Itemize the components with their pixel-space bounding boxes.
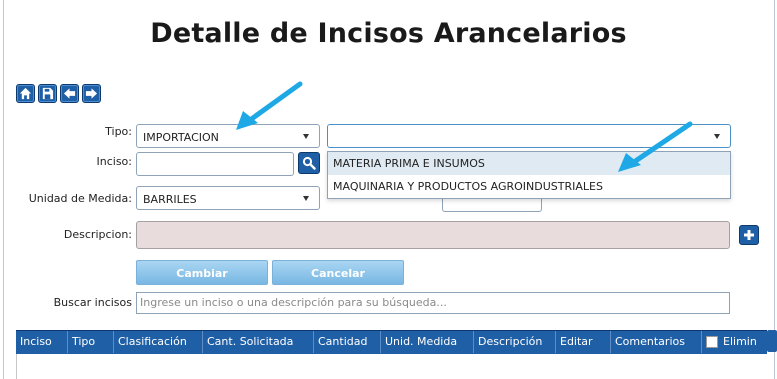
column-header-cant-solicitada[interactable]: Cant. Solicitada [203, 331, 314, 353]
tipo-label: Tipo: [105, 125, 132, 138]
tipo-select[interactable]: IMPORTACION [136, 124, 320, 148]
tipo-select-value: IMPORTACION [143, 131, 219, 144]
chevron-down-icon [303, 196, 309, 201]
home-icon [19, 87, 32, 100]
save-icon [42, 87, 54, 100]
table-body [16, 354, 767, 379]
descripcion-label: Descripcion: [63, 228, 132, 241]
previous-button[interactable] [60, 84, 79, 103]
dropdown-option[interactable]: MAQUINARIA Y PRODUCTOS AGROINDUSTRIALES [328, 175, 730, 198]
table-header: Inciso Tipo Clasificación Cant. Solicita… [16, 330, 767, 354]
save-button[interactable] [38, 84, 57, 103]
column-header-editar[interactable]: Editar [556, 331, 611, 353]
column-header-clasificacion[interactable]: Clasificación [114, 331, 203, 353]
chevron-down-icon [714, 134, 720, 139]
dropdown-option[interactable]: MATERIA PRIMA E INSUMOS [328, 152, 730, 175]
column-header-eliminar-label: Elimin [723, 335, 757, 348]
arrow-right-icon [85, 88, 98, 99]
column-header-tipo[interactable]: Tipo [68, 331, 114, 353]
column-header-unid-medida[interactable]: Unid. Medida [381, 331, 474, 353]
search-button[interactable] [298, 152, 320, 174]
chevron-down-icon [303, 134, 309, 139]
home-button[interactable] [16, 84, 35, 103]
buscar-incisos-input[interactable]: Ingrese un inciso o una descripción para… [136, 292, 730, 314]
table-scroll-handle[interactable] [767, 330, 777, 352]
buscar-incisos-placeholder: Ingrese un inciso o una descripción para… [140, 296, 447, 309]
next-button[interactable] [82, 84, 101, 103]
plus-icon [744, 230, 754, 240]
unidad-medida-label: Unidad de Medida: [28, 192, 132, 205]
select-all-checkbox[interactable] [706, 336, 718, 348]
inciso-label: Inciso: [96, 155, 133, 168]
unidad-medida-select-value: BARRILES [143, 193, 197, 206]
clasificacion-select[interactable] [327, 124, 731, 148]
descripcion-textarea[interactable] [136, 221, 730, 249]
search-icon [302, 156, 316, 170]
cambiar-button[interactable]: Cambiar [136, 260, 268, 285]
column-header-inciso[interactable]: Inciso [16, 331, 68, 353]
unidad-medida-select[interactable]: BARRILES [136, 186, 320, 210]
column-header-comentarios[interactable]: Comentarios [611, 331, 702, 353]
arrow-left-icon [63, 88, 76, 99]
clasificacion-dropdown-list[interactable]: MATERIA PRIMA E INSUMOS MAQUINARIA Y PRO… [327, 151, 731, 199]
page-title: Detalle de Incisos Arancelarios [150, 18, 627, 49]
column-header-eliminar[interactable]: Elimin [702, 331, 767, 353]
cancelar-button[interactable]: Cancelar [272, 260, 404, 285]
inciso-input[interactable] [136, 152, 294, 176]
dropdown-option-label: MATERIA PRIMA E INSUMOS [333, 157, 485, 170]
buscar-incisos-label: Buscar incisos [53, 296, 132, 309]
column-header-cantidad[interactable]: Cantidad [314, 331, 381, 353]
column-header-descripcion[interactable]: Descripción [474, 331, 556, 353]
dropdown-option-label: MAQUINARIA Y PRODUCTOS AGROINDUSTRIALES [333, 180, 603, 193]
add-button[interactable] [739, 225, 759, 245]
